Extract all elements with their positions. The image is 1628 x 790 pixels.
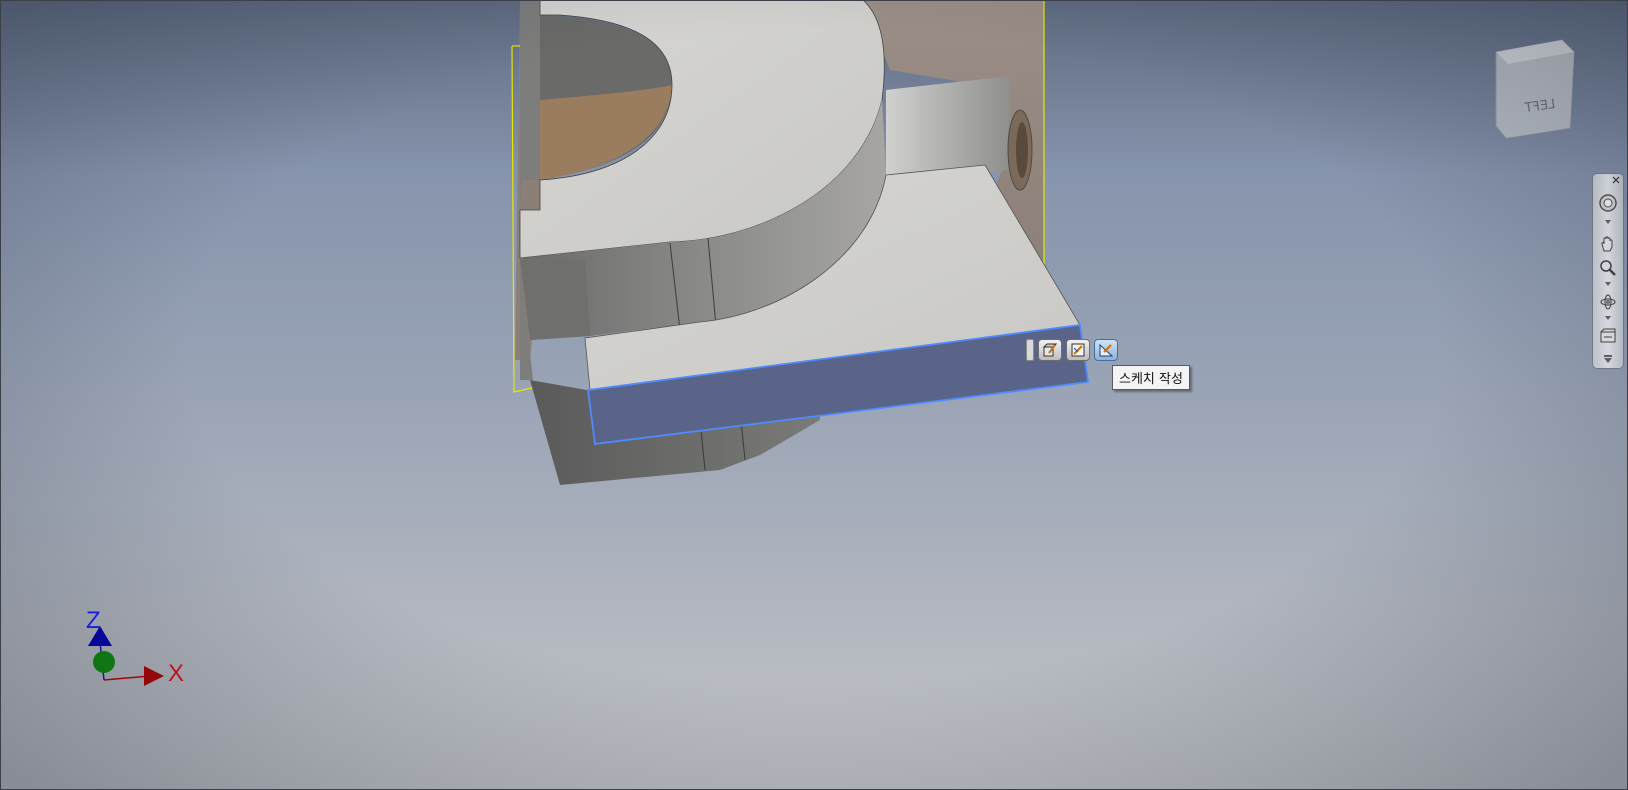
edit-sketch-button[interactable]	[1066, 339, 1090, 361]
chevron-down-icon	[1605, 316, 1611, 320]
chevron-down-icon	[1605, 282, 1611, 286]
view-cube[interactable]: LEFT	[1490, 38, 1580, 142]
create-sketch-button[interactable]	[1094, 339, 1118, 361]
mini-toolbar	[1026, 338, 1118, 362]
edit-extrude-button[interactable]	[1038, 339, 1062, 361]
tooltip: 스케치 작성	[1112, 365, 1190, 390]
x-axis-arrow	[144, 666, 164, 686]
x-axis-label: X	[168, 660, 185, 687]
navigation-bar	[1592, 173, 1624, 369]
full-navigation-wheel-button[interactable]	[1593, 190, 1623, 216]
orbit-dropdown[interactable]	[1593, 314, 1623, 322]
model-viewport[interactable]: 스케치 작성 LEFT Z X	[0, 0, 1628, 790]
look-at-icon	[1600, 328, 1616, 343]
z-axis-label: Z	[86, 607, 101, 634]
zoom-button[interactable]	[1593, 256, 1623, 280]
x-axis-line	[103, 675, 151, 681]
close-icon	[1612, 176, 1620, 184]
orbit-icon	[1600, 294, 1616, 310]
y-axis-marker	[93, 651, 115, 673]
wheel-dropdown[interactable]	[1593, 218, 1623, 226]
boss-face[interactable]	[886, 76, 1010, 182]
navbar-close[interactable]	[1593, 174, 1623, 186]
zoom-icon	[1600, 260, 1616, 276]
mini-toolbar-grip[interactable]	[1026, 339, 1034, 361]
chevron-down-icon	[1605, 220, 1611, 224]
pan-button[interactable]	[1593, 232, 1623, 256]
3d-model[interactable]	[0, 0, 1628, 790]
pan-hand-icon	[1601, 236, 1613, 252]
full-navigation-wheel-icon	[1599, 194, 1617, 212]
customize-icon	[1604, 355, 1612, 363]
edit-extrude-icon	[1042, 343, 1058, 357]
zoom-dropdown[interactable]	[1593, 280, 1623, 288]
navbar-customize[interactable]	[1593, 354, 1623, 364]
create-sketch-icon	[1099, 343, 1114, 357]
look-at-button[interactable]	[1593, 324, 1623, 348]
edit-sketch-icon	[1071, 343, 1085, 357]
orbit-button[interactable]	[1593, 290, 1623, 314]
